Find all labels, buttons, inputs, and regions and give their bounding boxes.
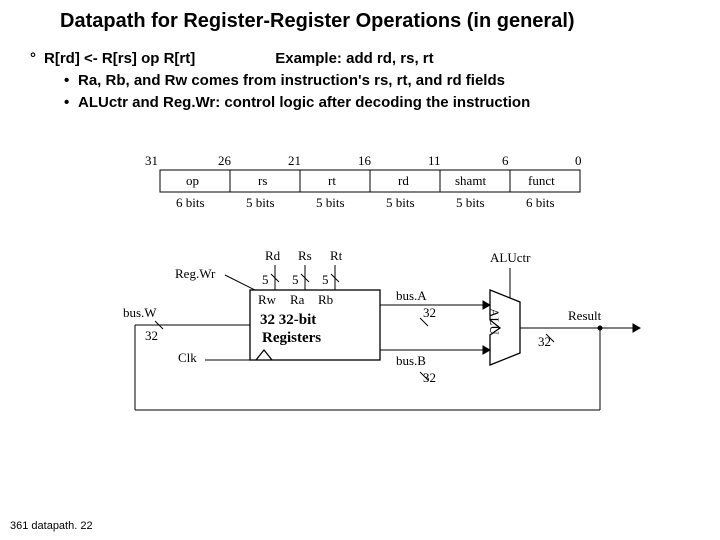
regwr-label: Reg.Wr	[175, 266, 215, 282]
tick-6: 6	[502, 153, 509, 169]
width-rs: 5 bits	[246, 195, 275, 211]
field-funct: funct	[528, 173, 555, 189]
tick-31: 31	[145, 153, 158, 169]
port-w-rt: 5	[322, 272, 329, 288]
width-shamt: 5 bits	[456, 195, 485, 211]
rb-label: Rb	[318, 292, 333, 308]
result-width: 32	[538, 334, 551, 350]
field-op: op	[186, 173, 199, 189]
field-rs: rs	[258, 173, 267, 189]
field-rd: rd	[398, 173, 409, 189]
diagram: 31 26 21 16 11 6 0 op rs rt rd shamt fun…	[0, 150, 720, 500]
tick-26: 26	[218, 153, 231, 169]
busa-label: bus.A	[396, 288, 427, 304]
busa-width: 32	[423, 305, 436, 321]
busb-label: bus.B	[396, 353, 426, 369]
rw-label: Rw	[258, 292, 276, 308]
field-shamt: shamt	[455, 173, 486, 189]
bullet-list: °R[rd] <- R[rs] op R[rt] Example: add rd…	[30, 48, 700, 113]
port-rt: Rt	[330, 248, 342, 264]
tick-21: 21	[288, 153, 301, 169]
bullet-main-right: Example: add rd, rs, rt	[275, 48, 433, 70]
bullet-sub1: Ra, Rb, and Rw comes from instruction's …	[78, 72, 505, 89]
regfile-title: 32 32-bit	[260, 312, 316, 329]
ra-label: Ra	[290, 292, 304, 308]
busw-label: bus.W	[123, 305, 157, 321]
bullet-sub2: ALUctr and Reg.Wr: control logic after d…	[78, 94, 530, 111]
result-label: Result	[568, 308, 601, 324]
bullet-main-left: R[rd] <- R[rs] op R[rt]	[44, 50, 195, 67]
aluctr-label: ALUctr	[490, 250, 530, 266]
tick-0: 0	[575, 153, 582, 169]
busb-width: 32	[423, 370, 436, 386]
alu-label: ALU	[486, 308, 502, 335]
tick-11: 11	[428, 153, 441, 169]
width-op: 6 bits	[176, 195, 205, 211]
regfile-sub: Registers	[262, 330, 321, 347]
port-w-rs: 5	[292, 272, 299, 288]
width-rd: 5 bits	[386, 195, 415, 211]
clk-label: Clk	[178, 350, 197, 366]
slide-footer: 361 datapath. 22	[10, 520, 93, 532]
field-rt: rt	[328, 173, 336, 189]
busw-width: 32	[145, 328, 158, 344]
width-rt: 5 bits	[316, 195, 345, 211]
port-w-rd: 5	[262, 272, 269, 288]
page-title: Datapath for Register-Register Operation…	[60, 10, 710, 33]
port-rs: Rs	[298, 248, 312, 264]
width-funct: 6 bits	[526, 195, 555, 211]
tick-16: 16	[358, 153, 371, 169]
port-rd: Rd	[265, 248, 280, 264]
